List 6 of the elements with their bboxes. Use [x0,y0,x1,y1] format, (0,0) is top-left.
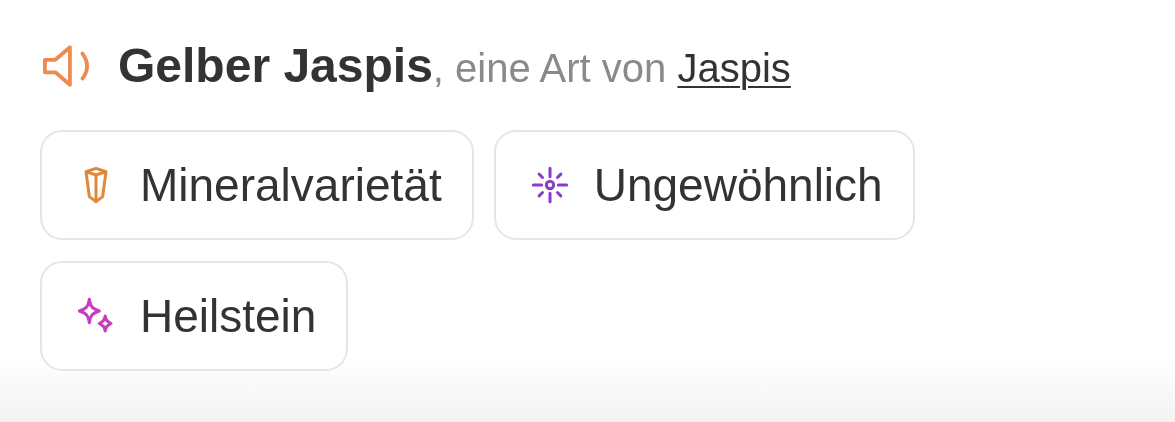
stone-name: Gelber Jaspis [118,38,433,94]
category-tag[interactable]: Heilstein [40,261,349,371]
type-caption: , eine Art von [432,45,668,92]
category-tag[interactable]: Ungewöhnlich [493,130,915,240]
parent-link[interactable]: Jaspis [677,38,791,98]
category-tag[interactable]: Mineralvarietät [40,130,474,240]
